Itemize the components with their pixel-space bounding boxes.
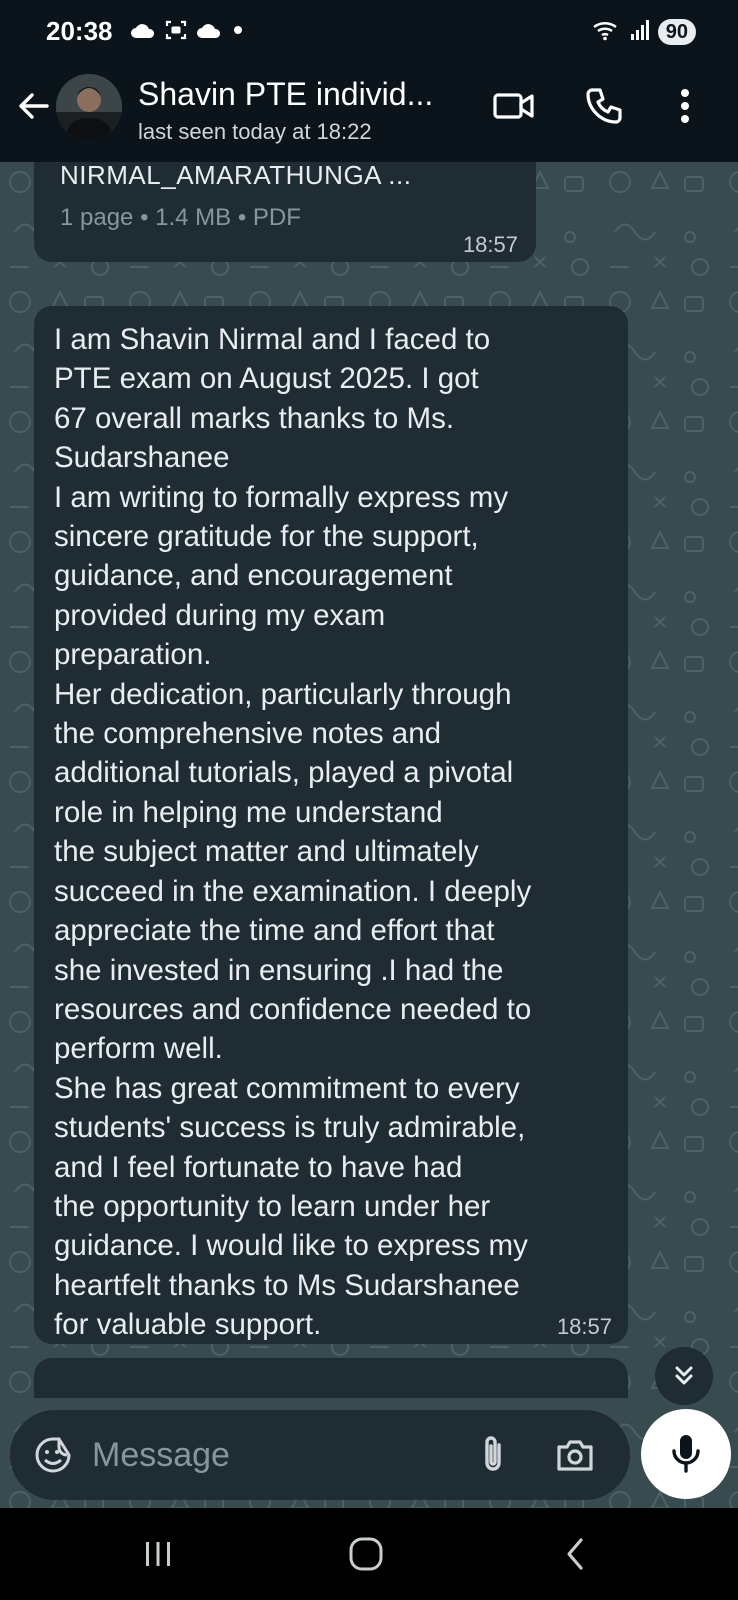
message-line: the comprehensive notes and	[54, 717, 442, 751]
status-time: 20:38	[46, 16, 113, 46]
voice-message-button[interactable]	[641, 1409, 731, 1499]
message-line: sincere gratitude for the support,	[54, 520, 479, 554]
text-message[interactable]: I am Shavin Nirmal and I faced to PTE exa…	[34, 306, 628, 1344]
system-nav-bar	[0, 1508, 738, 1600]
document-meta: 1 page • 1.4 MB • PDF	[60, 204, 301, 231]
back-arrow-icon	[19, 93, 49, 119]
message-line: Sudarshanee	[54, 441, 230, 475]
contact-name[interactable]: Shavin PTE individ...	[138, 76, 433, 113]
last-seen-status: last seen today at 18:22	[138, 119, 372, 144]
sticker-icon	[35, 1437, 71, 1473]
message-text: I am Shavin Nirmal and I faced to PTE exa…	[54, 320, 614, 1345]
message-line: heartfelt thanks to Ms Sudarshanee	[54, 1268, 520, 1302]
message-line: resources and confidence needed to	[54, 992, 532, 1026]
video-call-icon	[493, 93, 534, 119]
message-line: I am writing to formally express my	[54, 480, 509, 514]
back-icon	[567, 1538, 583, 1570]
message-line: I am Shavin Nirmal and I faced to	[54, 323, 491, 356]
message-line: and I feel fortunate to have had	[54, 1150, 463, 1184]
voice-call-icon	[586, 88, 622, 124]
next-message-partial[interactable]	[34, 1358, 628, 1398]
avatar[interactable]	[56, 74, 122, 140]
chat-header: Shavin PTE individ... last seen today at…	[0, 62, 738, 162]
document-message[interactable]: NIRMAL_AMARATHUNGA ... 1 page • 1.4 MB •…	[34, 162, 536, 262]
message-line: for valuable support.	[54, 1308, 322, 1342]
message-line: the opportunity to learn under her	[54, 1189, 491, 1223]
message-line: appreciate the time and effort that	[54, 914, 495, 948]
message-line: additional tutorials, played a pivotal	[54, 756, 514, 790]
mic-icon	[672, 1435, 700, 1473]
message-line: guidance, and encouragement	[54, 559, 453, 593]
home-icon	[349, 1537, 383, 1571]
message-time: 18:57	[462, 232, 518, 257]
message-line: students' success is truly admirable,	[54, 1111, 526, 1145]
recent-apps-icon	[146, 1542, 170, 1566]
recent-apps-button[interactable]	[128, 1526, 188, 1582]
back-button[interactable]	[12, 84, 56, 128]
message-line: PTE exam on August 2025. I got	[54, 362, 479, 396]
message-line: role in helping me understand	[54, 795, 443, 829]
message-line: the subject matter and ultimately	[54, 835, 479, 869]
video-call-button[interactable]	[488, 80, 540, 132]
dot-icon	[230, 22, 246, 43]
wifi-icon	[592, 18, 622, 47]
message-line: she invested in ensuring .I had the	[54, 953, 504, 987]
voice-call-button[interactable]	[578, 80, 630, 132]
message-line: 67 overall marks thanks to Ms.	[54, 401, 455, 435]
more-options-button[interactable]	[670, 80, 700, 132]
attach-icon	[485, 1436, 501, 1471]
status-system-icons: 90	[592, 18, 696, 46]
nav-back-button[interactable]	[546, 1526, 606, 1582]
message-line: perform well.	[54, 1032, 223, 1066]
message-composer	[10, 1410, 630, 1500]
message-input[interactable]	[92, 1426, 462, 1484]
status-bar: 20:38 90	[0, 0, 738, 62]
home-button[interactable]	[336, 1526, 396, 1582]
sticker-button[interactable]	[30, 1432, 76, 1478]
document-file-name: NIRMAL_AMARATHUNGA ...	[60, 162, 412, 190]
more-options-icon	[681, 89, 689, 123]
message-line: preparation.	[54, 638, 212, 672]
cloud-icon	[130, 20, 156, 45]
camera-icon	[557, 1440, 593, 1471]
message-line: Her dedication, particularly through	[54, 677, 512, 711]
camera-button[interactable]	[550, 1430, 600, 1480]
message-line: succeed in the examination. I deeply	[54, 874, 532, 908]
chat-area[interactable]: NIRMAL_AMARATHUNGA ... 1 page • 1.4 MB •…	[0, 162, 738, 1508]
screenshot-icon	[164, 18, 188, 47]
scroll-to-bottom-button[interactable]	[655, 1347, 713, 1405]
attach-button[interactable]	[468, 1430, 518, 1480]
double-chevron-down-icon	[675, 1366, 693, 1385]
battery-icon: 90	[657, 19, 696, 45]
status-notification-icons	[130, 18, 246, 46]
message-line: She has great commitment to every	[54, 1071, 520, 1105]
message-time: 18:57	[556, 1314, 612, 1339]
signal-icon	[630, 19, 650, 46]
message-line: guidance. I would like to express my	[54, 1229, 528, 1263]
cloud-icon	[196, 20, 222, 45]
message-line: provided during my exam	[54, 598, 386, 632]
